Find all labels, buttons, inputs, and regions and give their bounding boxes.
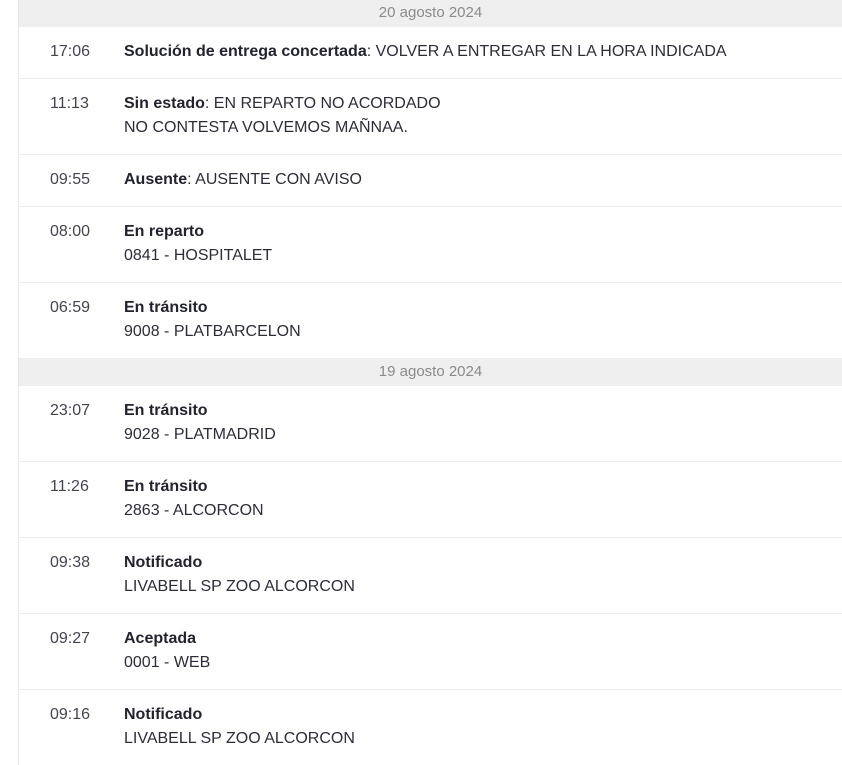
event-detail: AUSENTE CON AVISO: [195, 171, 362, 188]
event-body: Sin estado: EN REPARTO NO ACORDADO NO CO…: [124, 92, 441, 140]
event-body: En tránsito 9008 - PLATBARCELON: [124, 296, 301, 344]
event-detail: VOLVER A ENTREGAR EN LA HORA INDICADA: [375, 43, 727, 60]
tracking-event: 09:16 Notificado LIVABELL SP ZOO ALCORCO…: [19, 690, 842, 765]
tracking-event: 17:06 Solución de entrega concertada: VO…: [19, 27, 842, 79]
event-status: Notificado: [124, 554, 203, 571]
event-separator: :: [366, 43, 376, 60]
event-body: Notificado LIVABELL SP ZOO ALCORCON: [124, 703, 355, 751]
event-location: 0001 - WEB: [124, 654, 211, 671]
tracking-event: 06:59 En tránsito 9008 - PLATBARCELON: [19, 283, 842, 359]
event-time: 09:55: [50, 171, 91, 188]
event-time: 09:16: [50, 706, 91, 723]
event-time: 11:26: [50, 478, 89, 495]
event-status: En tránsito: [124, 402, 208, 419]
event-body: Ausente: AUSENTE CON AVISO: [124, 168, 362, 192]
event-location: 2863 - ALCORCON: [124, 502, 264, 519]
event-time: 09:27: [50, 630, 91, 647]
event-location: LIVABELL SP ZOO ALCORCON: [124, 730, 355, 747]
event-separator: :: [204, 95, 214, 112]
event-location: 0841 - HOSPITALET: [124, 247, 273, 264]
event-body: Solución de entrega concertada: VOLVER A…: [124, 40, 727, 64]
event-detail: EN REPARTO NO ACORDADO: [213, 95, 441, 112]
event-status: En tránsito: [124, 478, 208, 495]
event-body: En tránsito 2863 - ALCORCON: [124, 475, 264, 523]
event-body: Aceptada 0001 - WEB: [124, 627, 210, 675]
event-body: En reparto 0841 - HOSPITALET: [124, 220, 272, 268]
event-time: 11:13: [50, 95, 89, 112]
tracking-event: 23:07 En tránsito 9028 - PLATMADRID: [19, 386, 842, 462]
event-status: En tránsito: [124, 299, 208, 316]
tracking-event: 11:13 Sin estado: EN REPARTO NO ACORDADO…: [19, 79, 842, 155]
event-time: 17:06: [50, 43, 91, 60]
event-location: LIVABELL SP ZOO ALCORCON: [124, 578, 355, 595]
event-location: 9028 - PLATMADRID: [124, 426, 276, 443]
tracking-event: 09:27 Aceptada 0001 - WEB: [19, 614, 842, 690]
event-body: Notificado LIVABELL SP ZOO ALCORCON: [124, 551, 355, 599]
date-header: 19 agosto 2024: [19, 359, 842, 386]
tracking-event: 08:00 En reparto 0841 - HOSPITALET: [19, 207, 842, 283]
event-location: 9008 - PLATBARCELON: [124, 323, 301, 340]
event-time: 06:59: [50, 299, 91, 316]
event-separator: :: [187, 171, 196, 188]
event-status: Solución de entrega concertada: [124, 43, 367, 60]
event-status: Ausente: [124, 171, 188, 188]
tracking-event: 11:26 En tránsito 2863 - ALCORCON: [19, 462, 842, 538]
event-time: 09:38: [50, 554, 91, 571]
date-header: 20 agosto 2024: [19, 0, 842, 27]
event-body: En tránsito 9028 - PLATMADRID: [124, 399, 276, 447]
tracking-event: 09:38 Notificado LIVABELL SP ZOO ALCORCO…: [19, 538, 842, 614]
event-status: Notificado: [124, 706, 203, 723]
event-time: 08:00: [50, 223, 91, 240]
event-location: NO CONTESTA VOLVEMOS MAÑNAA.: [124, 119, 408, 136]
tracking-timeline: 20 agosto 2024 17:06 Solución de entrega …: [18, 0, 842, 765]
tracking-event: 09:55 Ausente: AUSENTE CON AVISO: [19, 155, 842, 207]
event-status: Sin estado: [124, 95, 205, 112]
event-status: En reparto: [124, 223, 205, 240]
event-status: Aceptada: [124, 630, 197, 647]
event-time: 23:07: [50, 402, 91, 419]
